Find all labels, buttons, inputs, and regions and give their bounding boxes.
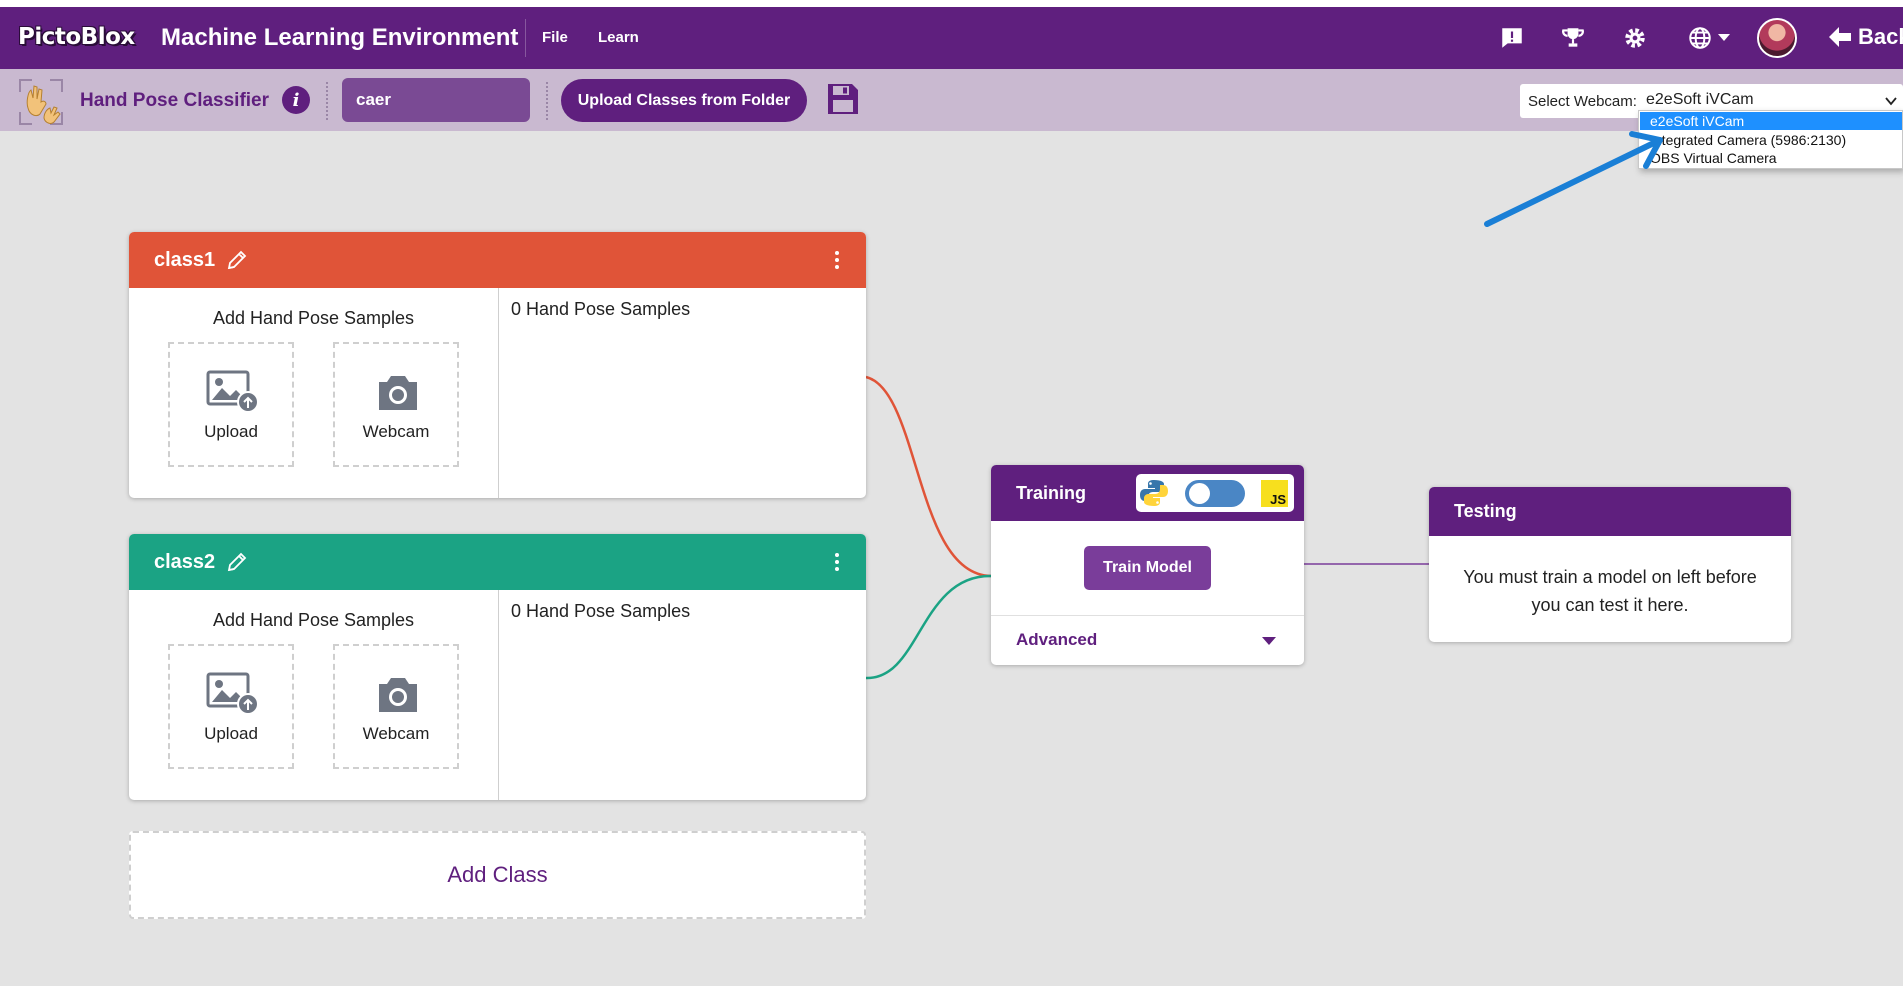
- class-card: class2 Add Hand Pose Samples Upload Webc…: [129, 534, 866, 800]
- gear-icon[interactable]: [1620, 23, 1650, 53]
- webcam-button[interactable]: Webcam: [333, 644, 459, 769]
- project-type-title: Hand Pose Classifier: [80, 90, 270, 111]
- add-class-button[interactable]: Add Class: [129, 831, 866, 919]
- menu-file[interactable]: File: [542, 29, 568, 46]
- kebab-menu-icon[interactable]: [831, 550, 843, 574]
- menu-learn[interactable]: Learn: [598, 29, 639, 46]
- class-card-header: class1: [129, 232, 866, 288]
- header-divider: [525, 19, 526, 57]
- image-upload-icon: [206, 370, 259, 413]
- pencil-icon[interactable]: [225, 550, 249, 574]
- pencil-icon[interactable]: [225, 248, 249, 272]
- class-card-header: class2: [129, 534, 866, 590]
- training-divider: [991, 615, 1304, 616]
- class-card: class1 Add Hand Pose Samples Upload Webc…: [129, 232, 866, 498]
- upload-classes-from-folder-button[interactable]: Upload Classes from Folder: [561, 79, 807, 122]
- language-switch: JS: [1136, 474, 1294, 512]
- back-button[interactable]: Back: [1828, 24, 1903, 50]
- webcam-selected-value[interactable]: e2eSoft iVCam: [1646, 91, 1754, 109]
- trophy-icon[interactable]: [1558, 23, 1588, 53]
- python-icon[interactable]: [1139, 478, 1169, 508]
- webcam-label: Webcam: [362, 422, 430, 441]
- card-divider: [498, 288, 499, 498]
- top-strip: [0, 0, 1903, 7]
- training-card: Training JS Train Model Advanced: [991, 465, 1304, 665]
- avatar[interactable]: [1757, 18, 1797, 58]
- training-header: Training JS: [991, 465, 1304, 521]
- camera-icon: [379, 678, 417, 712]
- connector-class2: [865, 574, 992, 680]
- upload-label: Upload: [204, 422, 258, 441]
- app-header: PictoBlox Machine Learning Environment F…: [0, 7, 1903, 69]
- save-icon[interactable]: [826, 82, 860, 116]
- image-upload-icon: [206, 672, 259, 715]
- back-label: Back: [1858, 24, 1903, 49]
- hand-pose-icon: [19, 79, 63, 125]
- pictoblox-logo[interactable]: PictoBlox: [14, 21, 139, 53]
- testing-message: You must train a model on left before yo…: [1463, 567, 1757, 615]
- toolbar-divider: [326, 82, 328, 120]
- webcam-dropdown: e2eSoft iVCam Integrated Camera (5986:21…: [1638, 110, 1903, 169]
- train-model-button[interactable]: Train Model: [1084, 546, 1211, 590]
- webcam-button[interactable]: Webcam: [333, 342, 459, 467]
- app-title: Machine Learning Environment: [161, 24, 519, 51]
- toggle-knob: [1189, 483, 1210, 504]
- webcam-option[interactable]: OBS Virtual Camera: [1640, 149, 1902, 167]
- arrow-left-icon: [1829, 27, 1851, 47]
- add-samples-label: Add Hand Pose Samples: [212, 308, 415, 328]
- feedback-icon[interactable]: [1497, 23, 1527, 53]
- project-name-input[interactable]: [342, 78, 530, 122]
- testing-header: Testing: [1429, 487, 1791, 536]
- toolbar-divider: [546, 82, 548, 120]
- class-name[interactable]: class1: [154, 249, 215, 272]
- info-icon[interactable]: i: [282, 86, 310, 114]
- webcam-select-label: Select Webcam:: [1528, 93, 1637, 110]
- language-toggle[interactable]: [1185, 480, 1245, 507]
- webcam-label: Webcam: [362, 724, 430, 743]
- upload-button[interactable]: Upload: [168, 644, 294, 769]
- webcam-option[interactable]: Integrated Camera (5986:2130): [1640, 131, 1902, 149]
- caret-down-icon[interactable]: [1261, 635, 1277, 647]
- kebab-menu-icon[interactable]: [831, 248, 843, 272]
- chevron-down-icon[interactable]: [1714, 23, 1734, 53]
- card-divider: [498, 590, 499, 800]
- camera-icon: [379, 376, 417, 410]
- samples-count: 0 Hand Pose Samples: [511, 601, 691, 621]
- class-name[interactable]: class2: [154, 551, 215, 574]
- javascript-icon[interactable]: JS: [1261, 480, 1288, 507]
- webcam-option[interactable]: e2eSoft iVCam: [1640, 112, 1902, 130]
- add-samples-label: Add Hand Pose Samples: [212, 610, 415, 630]
- connector-class1: [865, 375, 992, 578]
- chevron-down-icon[interactable]: [1884, 94, 1898, 108]
- testing-title: Testing: [1454, 501, 1517, 521]
- js-label: JS: [1270, 492, 1286, 507]
- globe-icon[interactable]: [1685, 23, 1715, 53]
- samples-count: 0 Hand Pose Samples: [511, 299, 691, 319]
- upload-label: Upload: [204, 724, 258, 743]
- testing-card: Testing You must train a model on left b…: [1429, 487, 1791, 642]
- advanced-toggle[interactable]: Advanced: [1016, 630, 1097, 650]
- training-title: Training: [1016, 483, 1087, 503]
- annotation-arrow: [1484, 131, 1663, 227]
- upload-button[interactable]: Upload: [168, 342, 294, 467]
